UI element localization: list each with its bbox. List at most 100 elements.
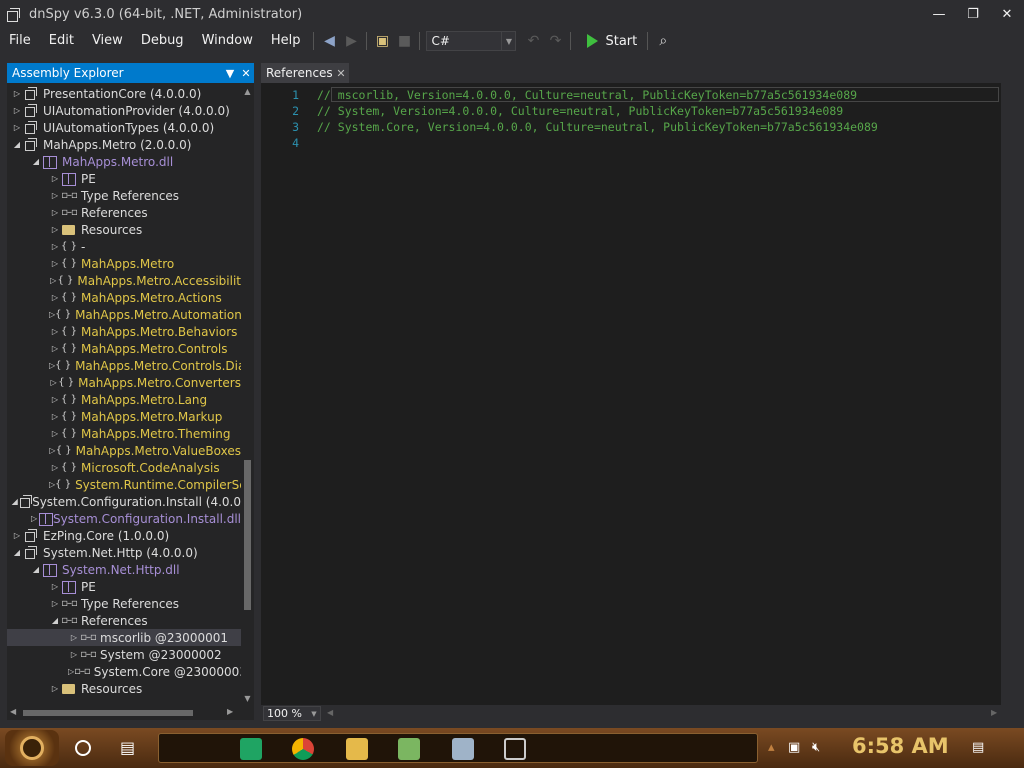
tree-item[interactable]: ▷{ } - xyxy=(7,238,241,255)
tree-item[interactable]: ▷{ } Microsoft.CodeAnalysis xyxy=(7,459,241,476)
collapse-arrow-icon[interactable]: ◢ xyxy=(11,548,23,557)
tree-item[interactable]: ▷{ } MahApps.Metro.Theming xyxy=(7,425,241,442)
dnspy-app-icon[interactable] xyxy=(502,736,528,762)
expand-arrow-icon[interactable]: ▷ xyxy=(49,208,61,217)
expand-arrow-icon[interactable]: ▷ xyxy=(49,327,61,336)
scroll-right-icon[interactable]: ▶ xyxy=(227,707,233,716)
menu-window[interactable]: Window xyxy=(193,29,262,53)
tree-item[interactable]: ▷ Resources xyxy=(7,680,241,697)
redo-icon[interactable]: ↷ xyxy=(544,30,566,52)
expand-arrow-icon[interactable]: ▷ xyxy=(49,463,61,472)
expand-arrow-icon[interactable]: ▷ xyxy=(49,276,57,285)
menu-file[interactable]: File xyxy=(0,29,40,53)
cortana-icon[interactable] xyxy=(75,740,91,756)
scroll-left-icon[interactable]: ◀ xyxy=(327,708,333,717)
editor-horizontal-scrollbar[interactable]: ◀ ▶ xyxy=(327,708,1007,718)
expand-arrow-icon[interactable]: ▷ xyxy=(11,106,23,115)
tree-item[interactable]: ◢ System.Net.Http.dll xyxy=(7,561,241,578)
start-button[interactable] xyxy=(5,730,59,766)
panel-menu-icon[interactable]: ▼ xyxy=(222,67,238,80)
close-tab-icon[interactable]: ✕ xyxy=(333,67,349,80)
expand-arrow-icon[interactable]: ▷ xyxy=(30,514,38,523)
collapse-arrow-icon[interactable]: ◢ xyxy=(49,616,61,625)
start-debug-button[interactable]: Start xyxy=(581,34,643,49)
assembly-tree[interactable]: ▷ PresentationCore (4.0.0.0) ▷ UIAutomation… xyxy=(7,85,241,705)
menu-view[interactable]: View xyxy=(83,29,132,53)
expand-arrow-icon[interactable]: ▷ xyxy=(49,599,61,608)
editor-vertical-scrollbar[interactable] xyxy=(1001,83,1016,705)
tree-item[interactable]: ▷ UIAutomationProvider (4.0.0.0) xyxy=(7,102,241,119)
scroll-down-icon[interactable]: ▼ xyxy=(241,694,254,703)
tree-item[interactable]: ▷{ } MahApps.Metro.ValueBoxes xyxy=(7,442,241,459)
tree-horizontal-scrollbar[interactable]: ◀ ▶ xyxy=(7,705,241,720)
expand-arrow-icon[interactable]: ▷ xyxy=(49,259,61,268)
code-editor[interactable]: 1 // mscorlib, Version=4.0.0.0, Culture=… xyxy=(261,83,1001,705)
sheets-app-icon[interactable] xyxy=(238,736,264,762)
tree-item[interactable]: ▷{ } MahApps.Metro.Markup xyxy=(7,408,241,425)
search-icon[interactable]: ⌕ xyxy=(652,30,674,52)
tree-item[interactable]: ▷ PE xyxy=(7,170,241,187)
tree-item[interactable]: ▷ ▫–▫ References xyxy=(7,204,241,221)
tree-item[interactable]: ▷{ } MahApps.Metro.Actions xyxy=(7,289,241,306)
expand-arrow-icon[interactable]: ▷ xyxy=(11,123,23,132)
close-button[interactable]: ✕ xyxy=(990,0,1024,29)
expand-arrow-icon[interactable]: ▷ xyxy=(68,633,80,642)
expand-arrow-icon[interactable]: ▷ xyxy=(49,378,58,387)
tree-item[interactable]: ◢ MahApps.Metro.dll xyxy=(7,153,241,170)
navigate-forward-icon[interactable]: ▶ xyxy=(340,30,362,52)
expand-arrow-icon[interactable]: ▷ xyxy=(49,293,61,302)
tree-item[interactable]: ▷ ▫–▫ System.Core @23000003 xyxy=(7,663,241,680)
collapse-arrow-icon[interactable]: ◢ xyxy=(11,497,18,506)
tree-item[interactable]: ▷ PresentationCore (4.0.0.0) xyxy=(7,85,241,102)
tree-item[interactable]: ▷ ▫–▫ Type References xyxy=(7,595,241,612)
expand-arrow-icon[interactable]: ▷ xyxy=(68,650,80,659)
menu-debug[interactable]: Debug xyxy=(132,29,193,53)
expand-arrow-icon[interactable]: ▷ xyxy=(49,582,61,591)
tree-item[interactable]: ▷ ▫–▫ System @23000002 xyxy=(7,646,241,663)
tree-item[interactable]: ▷ PE xyxy=(7,578,241,595)
tree-item[interactable]: ▷{ } MahApps.Metro.Converters xyxy=(7,374,241,391)
tree-vertical-scrollbar[interactable]: ▲ ▼ xyxy=(241,85,254,705)
expand-arrow-icon[interactable]: ▷ xyxy=(49,395,61,404)
minimize-button[interactable]: — xyxy=(922,0,956,29)
tree-item[interactable]: ▷{ } MahApps.Metro.Controls.Dia xyxy=(7,357,241,374)
network-icon[interactable]: ▣ xyxy=(788,740,800,755)
task-view-icon[interactable]: ▤ xyxy=(120,738,135,757)
open-folder-icon[interactable]: ▣ xyxy=(371,30,393,52)
menu-help[interactable]: Help xyxy=(262,29,310,53)
tree-item[interactable]: ▷ ▫–▫ Type References xyxy=(7,187,241,204)
tree-item[interactable]: ▷{ } System.Runtime.CompilerSer xyxy=(7,476,241,493)
tree-item[interactable]: ◢ System.Net.Http (4.0.0.0) xyxy=(7,544,241,561)
expand-arrow-icon[interactable]: ▷ xyxy=(49,225,61,234)
tree-item[interactable]: ◢ MahApps.Metro (2.0.0.0) xyxy=(7,136,241,153)
expand-arrow-icon[interactable]: ▷ xyxy=(49,446,56,455)
restore-button[interactable]: ❐ xyxy=(956,0,990,29)
chrome-app-icon[interactable] xyxy=(290,736,316,762)
notifications-icon[interactable]: ▤ xyxy=(972,740,984,755)
expand-arrow-icon[interactable]: ▷ xyxy=(49,429,61,438)
tree-item[interactable]: ▷{ } MahApps.Metro.Accessibilit xyxy=(7,272,241,289)
tree-item[interactable]: ▷{ } MahApps.Metro.Lang xyxy=(7,391,241,408)
scroll-right-icon[interactable]: ▶ xyxy=(991,708,997,717)
tray-chevron-icon[interactable]: ▴ xyxy=(768,740,775,755)
tree-item[interactable]: ▷{ } MahApps.Metro xyxy=(7,255,241,272)
navigate-back-icon[interactable]: ◀ xyxy=(318,30,340,52)
expand-arrow-icon[interactable]: ▷ xyxy=(49,684,61,693)
expand-arrow-icon[interactable]: ▷ xyxy=(49,242,61,251)
expand-arrow-icon[interactable]: ▷ xyxy=(11,89,23,98)
tree-item[interactable]: ▷{ } MahApps.Metro.Behaviors xyxy=(7,323,241,340)
collapse-arrow-icon[interactable]: ◢ xyxy=(30,157,42,166)
scrollbar-thumb[interactable] xyxy=(244,460,251,610)
save-icon[interactable]: ■ xyxy=(393,30,415,52)
tree-item[interactable]: ▷ ▫–▫ mscorlib @23000001 xyxy=(7,629,241,646)
tree-item[interactable]: ▷ System.Configuration.Install.dll xyxy=(7,510,241,527)
zoom-select[interactable]: 100 % ▼ xyxy=(263,706,321,721)
collapse-arrow-icon[interactable]: ◢ xyxy=(30,565,42,574)
tree-item[interactable]: ▷ Resources xyxy=(7,221,241,238)
expand-arrow-icon[interactable]: ▷ xyxy=(49,412,61,421)
tree-item[interactable]: ▷ UIAutomationTypes (4.0.0.0) xyxy=(7,119,241,136)
panel-close-icon[interactable]: ✕ xyxy=(238,67,254,80)
expand-arrow-icon[interactable]: ▷ xyxy=(49,191,61,200)
undo-icon[interactable]: ↶ xyxy=(522,30,544,52)
expand-arrow-icon[interactable]: ▷ xyxy=(11,531,23,540)
